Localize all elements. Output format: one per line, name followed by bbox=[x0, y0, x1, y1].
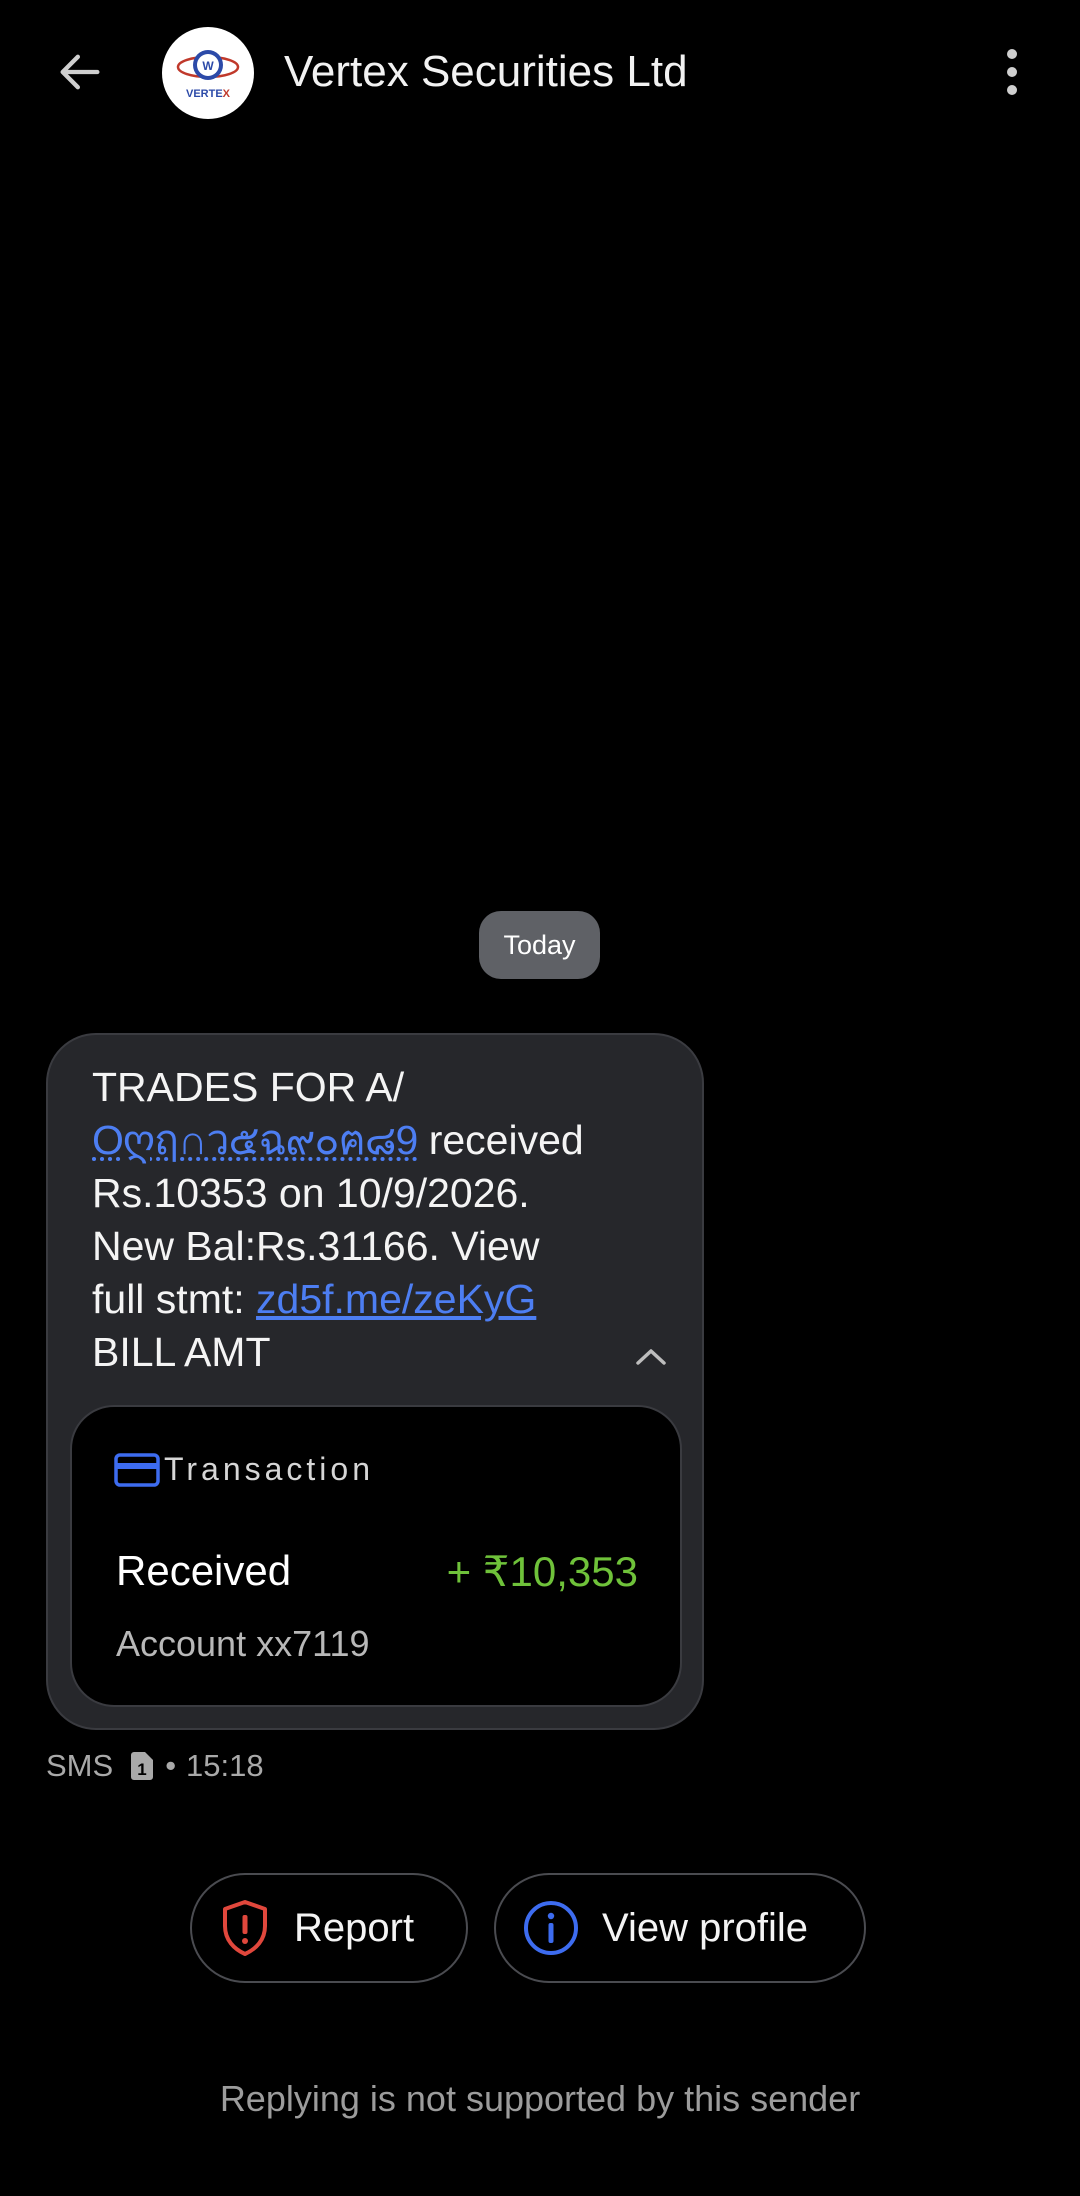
sender-avatar[interactable]: W VERTEX bbox=[162, 27, 254, 119]
more-options-button[interactable] bbox=[984, 36, 1040, 108]
transaction-label: Transaction bbox=[164, 1451, 374, 1487]
transaction-account: Account xx7119 bbox=[116, 1623, 370, 1664]
chevron-up-icon bbox=[636, 1349, 666, 1365]
message-line: New Bal:Rs.31166. View bbox=[92, 1223, 540, 1269]
sim-1-icon: 1 bbox=[129, 1751, 155, 1781]
transaction-header: Transaction bbox=[114, 1451, 374, 1488]
transaction-type: Received bbox=[116, 1547, 292, 1594]
reply-not-supported-note: Replying is not supported by this sender bbox=[219, 2078, 861, 2119]
message-fragment: full stmt: bbox=[92, 1276, 257, 1322]
more-vertical-icon bbox=[1007, 49, 1017, 95]
shield-alert-icon bbox=[218, 1898, 272, 1958]
message-line: BILL AMT bbox=[92, 1329, 271, 1375]
report-label: Report bbox=[294, 1905, 415, 1950]
svg-text:1: 1 bbox=[137, 1760, 146, 1779]
arrow-left-icon bbox=[60, 54, 100, 90]
card-icon bbox=[114, 1452, 160, 1487]
back-button[interactable] bbox=[44, 36, 116, 108]
transaction-amount: + ₹10,353 bbox=[446, 1548, 638, 1595]
message-channel: SMS bbox=[46, 1748, 114, 1783]
message-text: TRADES FOR A/ Oღฤ∩ว๕ฉ๙๐ฅ๘9 received Rs.1… bbox=[92, 1061, 672, 1379]
statement-link[interactable]: zd5f.me/zeKyG bbox=[256, 1276, 536, 1322]
masked-account-number[interactable]: Oღฤ∩ว๕ฉ๙๐ฅ๘9 bbox=[92, 1117, 418, 1163]
message-time: 15:18 bbox=[186, 1748, 264, 1783]
vertex-logo: W VERTEX bbox=[176, 50, 240, 100]
meta-dot: • bbox=[165, 1748, 177, 1783]
message-line: Rs.10353 on 10/9/2026. bbox=[92, 1170, 530, 1216]
transaction-card[interactable]: Transaction Received + ₹10,353 Account x… bbox=[70, 1405, 682, 1707]
message-bubble[interactable]: TRADES FOR A/ Oღฤ∩ว๕ฉ๙๐ฅ๘9 received Rs.1… bbox=[46, 1033, 704, 1730]
svg-text:W: W bbox=[202, 59, 214, 73]
message-line: TRADES FOR A/ bbox=[92, 1064, 405, 1110]
sender-name[interactable]: Vertex Securities Ltd bbox=[284, 42, 688, 102]
info-icon bbox=[522, 1899, 580, 1957]
collapse-button[interactable] bbox=[626, 1331, 676, 1381]
message-fragment: received bbox=[417, 1117, 584, 1163]
view-profile-label: View profile bbox=[602, 1905, 809, 1950]
report-button[interactable]: Report bbox=[190, 1873, 468, 1983]
view-profile-button[interactable]: View profile bbox=[494, 1873, 866, 1983]
date-separator: Today bbox=[479, 911, 600, 979]
message-line: Oღฤ∩ว๕ฉ๙๐ฅ๘9 received bbox=[92, 1114, 672, 1167]
svg-text:VERTEX: VERTEX bbox=[186, 88, 231, 100]
message-meta: SMS 1 • 15:18 bbox=[46, 1748, 274, 1784]
message-line: full stmt: zd5f.me/zeKyG bbox=[92, 1273, 672, 1326]
